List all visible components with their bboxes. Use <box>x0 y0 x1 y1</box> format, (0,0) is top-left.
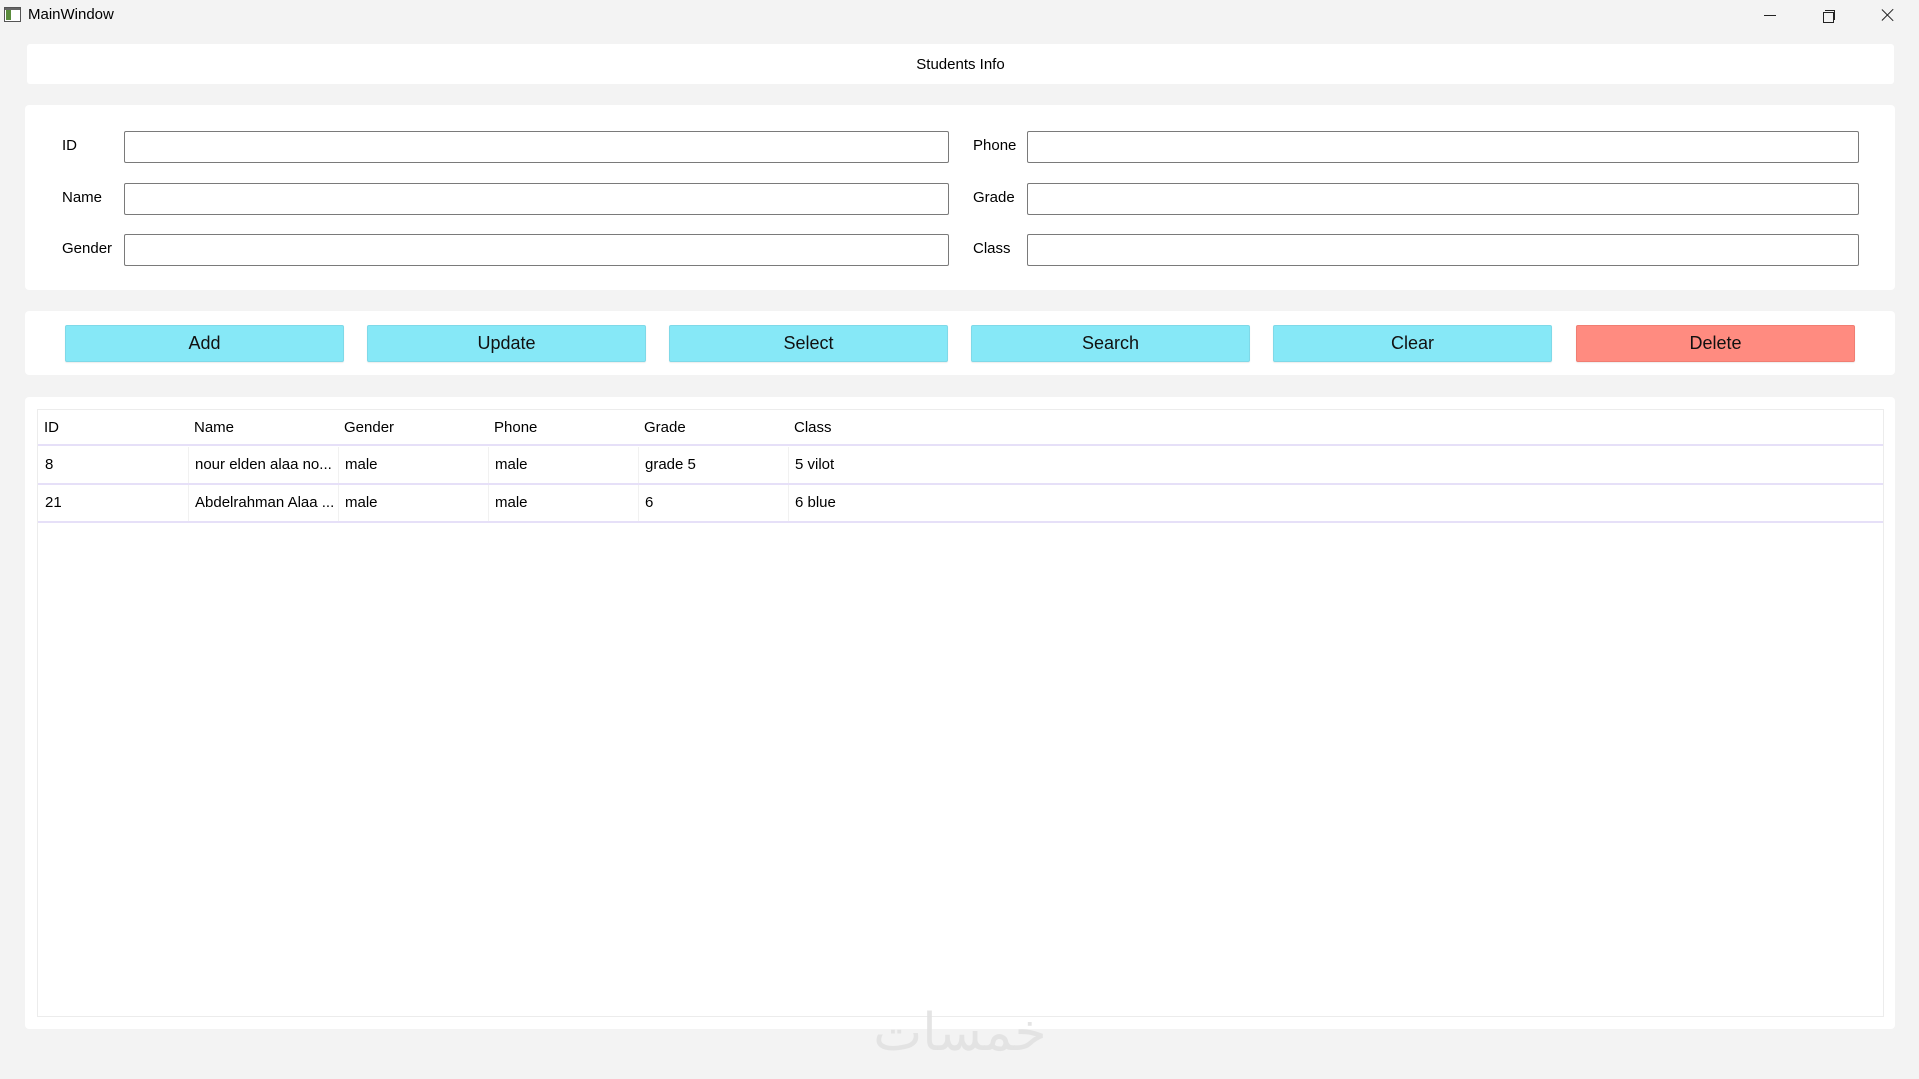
actions-panel: Add Update Select Search Clear Delete <box>25 311 1895 375</box>
name-input[interactable] <box>124 183 949 215</box>
cell-gender[interactable]: male <box>345 447 485 483</box>
table-row[interactable]: 21 Abdelrahman Alaa ... male male 6 6 bl… <box>38 485 1883 523</box>
grade-input[interactable] <box>1027 183 1859 215</box>
column-separator <box>488 485 489 521</box>
column-separator <box>188 485 189 521</box>
cell-phone[interactable]: male <box>495 485 635 521</box>
column-header-gender[interactable]: Gender <box>344 410 394 446</box>
column-header-name[interactable]: Name <box>194 410 234 446</box>
cell-class[interactable]: 5 vilot <box>795 447 935 483</box>
column-header-class[interactable]: Class <box>794 410 832 446</box>
delete-button[interactable]: Delete <box>1576 325 1855 362</box>
table-panel: ID Name Gender Phone Grade Class 8 nour … <box>25 397 1895 1029</box>
grade-label: Grade <box>973 189 1015 206</box>
column-separator <box>788 447 789 483</box>
students-table[interactable]: ID Name Gender Phone Grade Class 8 nour … <box>37 409 1884 1017</box>
gender-input[interactable] <box>124 234 949 266</box>
column-separator <box>638 447 639 483</box>
select-button[interactable]: Select <box>669 325 948 362</box>
title-bar: MainWindow <box>0 0 1919 30</box>
id-label: ID <box>62 137 77 154</box>
column-header-phone[interactable]: Phone <box>494 410 537 446</box>
search-button[interactable]: Search <box>971 325 1250 362</box>
minimize-button[interactable] <box>1742 0 1798 30</box>
column-separator <box>638 485 639 521</box>
column-header-id[interactable]: ID <box>44 410 59 446</box>
cell-grade[interactable]: 6 <box>645 485 785 521</box>
table-header: ID Name Gender Phone Grade Class <box>38 410 1883 446</box>
clear-button[interactable]: Clear <box>1273 325 1552 362</box>
phone-label: Phone <box>973 137 1017 154</box>
cell-name[interactable]: Abdelrahman Alaa ... <box>195 485 335 521</box>
page-title: Students Info <box>916 55 1005 73</box>
table-row[interactable]: 8 nour elden alaa no... male male grade … <box>38 447 1883 485</box>
column-separator <box>338 447 339 483</box>
close-icon <box>1881 8 1895 22</box>
column-header-grade[interactable]: Grade <box>644 410 686 446</box>
add-button[interactable]: Add <box>65 325 344 362</box>
name-label: Name <box>62 189 103 206</box>
cell-gender[interactable]: male <box>345 485 485 521</box>
class-input[interactable] <box>1027 234 1859 266</box>
update-button[interactable]: Update <box>367 325 646 362</box>
column-separator <box>788 485 789 521</box>
class-label: Class <box>973 240 1011 257</box>
header-panel: Students Info <box>27 44 1894 84</box>
gender-label: Gender <box>62 240 113 257</box>
id-input[interactable] <box>124 131 949 163</box>
phone-input[interactable] <box>1027 131 1859 163</box>
close-button[interactable] <box>1860 0 1916 30</box>
cell-id[interactable]: 21 <box>45 485 185 521</box>
restore-button[interactable] <box>1800 0 1856 30</box>
cell-grade[interactable]: grade 5 <box>645 447 785 483</box>
restore-icon <box>1822 9 1835 23</box>
cell-class[interactable]: 6 blue <box>795 485 935 521</box>
app-window-icon <box>4 7 21 22</box>
minimize-icon <box>1764 14 1776 16</box>
cell-id[interactable]: 8 <box>45 447 185 483</box>
cell-phone[interactable]: male <box>495 447 635 483</box>
cell-name[interactable]: nour elden alaa no... <box>195 447 335 483</box>
column-separator <box>488 447 489 483</box>
watermark-logo: خمسات <box>873 1003 1047 1063</box>
column-separator <box>188 447 189 483</box>
window-title: MainWindow <box>28 6 114 23</box>
column-separator <box>338 485 339 521</box>
student-form: ID Name Gender Phone Grade Class <box>25 105 1895 290</box>
